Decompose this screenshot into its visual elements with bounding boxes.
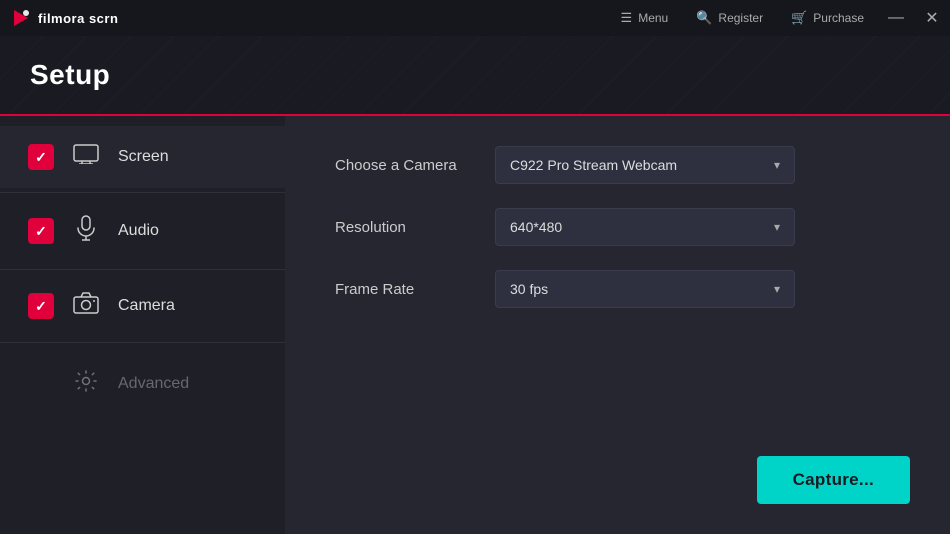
register-label: Register bbox=[718, 11, 763, 25]
camera-label: Camera bbox=[118, 297, 175, 315]
framerate-select[interactable]: 30 fps ▾ bbox=[495, 270, 795, 308]
titlebar-right: ☰ Menu 🔍 Register 🛒 Purchase — ✕ bbox=[607, 0, 950, 36]
framerate-field-label: Frame Rate bbox=[335, 281, 475, 298]
minimize-icon: — bbox=[888, 9, 904, 27]
purchase-button[interactable]: 🛒 Purchase bbox=[777, 0, 878, 36]
capture-button[interactable]: Capture... bbox=[757, 456, 910, 504]
titlebar: filmora scrn ☰ Menu 🔍 Register 🛒 Purchas… bbox=[0, 0, 950, 36]
settings-icon bbox=[72, 369, 100, 399]
audio-checkbox[interactable]: ✓ bbox=[28, 218, 54, 244]
menu-button[interactable]: ☰ Menu bbox=[607, 0, 683, 36]
close-button[interactable]: ✕ bbox=[914, 0, 950, 36]
sidebar: ✓ Screen ✓ bbox=[0, 116, 285, 534]
resolution-select-value: 640*480 bbox=[510, 219, 562, 235]
divider-2 bbox=[0, 269, 285, 270]
resolution-select[interactable]: 640*480 ▾ bbox=[495, 208, 795, 246]
register-button[interactable]: 🔍 Register bbox=[682, 0, 777, 36]
divider-1 bbox=[0, 192, 285, 193]
register-icon: 🔍 bbox=[696, 10, 712, 26]
page-header: Setup bbox=[0, 36, 950, 116]
audio-icon bbox=[72, 215, 100, 247]
sidebar-item-camera[interactable]: ✓ Camera bbox=[0, 274, 285, 338]
sidebar-item-screen[interactable]: ✓ Screen bbox=[0, 126, 285, 188]
camera-row: Choose a Camera C922 Pro Stream Webcam ▾ bbox=[335, 146, 900, 184]
content-area: Choose a Camera C922 Pro Stream Webcam ▾… bbox=[285, 116, 950, 534]
camera-select-value: C922 Pro Stream Webcam bbox=[510, 157, 677, 173]
check-icon-2: ✓ bbox=[35, 223, 47, 240]
camera-field-label: Choose a Camera bbox=[335, 157, 475, 174]
resolution-field-label: Resolution bbox=[335, 219, 475, 236]
logo-text: filmora scrn bbox=[38, 11, 118, 26]
sidebar-item-advanced[interactable]: Advanced bbox=[0, 351, 285, 417]
page-title: Setup bbox=[30, 59, 110, 91]
logo-area: filmora scrn bbox=[10, 7, 118, 29]
menu-label: Menu bbox=[638, 11, 668, 25]
advanced-label: Advanced bbox=[118, 375, 189, 393]
camera-icon bbox=[72, 292, 100, 320]
resolution-dropdown-arrow: ▾ bbox=[774, 220, 780, 234]
framerate-dropdown-arrow: ▾ bbox=[774, 282, 780, 296]
sidebar-item-audio[interactable]: ✓ Audio bbox=[0, 197, 285, 265]
logo-icon bbox=[10, 7, 32, 29]
screen-label: Screen bbox=[118, 148, 169, 166]
framerate-select-value: 30 fps bbox=[510, 281, 548, 297]
audio-label: Audio bbox=[118, 222, 159, 240]
menu-icon: ☰ bbox=[621, 10, 633, 26]
main-layout: ✓ Screen ✓ bbox=[0, 116, 950, 534]
camera-checkbox[interactable]: ✓ bbox=[28, 293, 54, 319]
camera-dropdown-arrow: ▾ bbox=[774, 158, 780, 172]
framerate-row: Frame Rate 30 fps ▾ bbox=[335, 270, 900, 308]
close-icon: ✕ bbox=[925, 8, 938, 28]
minimize-button[interactable]: — bbox=[878, 0, 914, 36]
cart-icon: 🛒 bbox=[791, 10, 807, 26]
purchase-label: Purchase bbox=[813, 11, 864, 25]
check-icon: ✓ bbox=[35, 149, 47, 166]
resolution-row: Resolution 640*480 ▾ bbox=[335, 208, 900, 246]
camera-select[interactable]: C922 Pro Stream Webcam ▾ bbox=[495, 146, 795, 184]
divider-3 bbox=[0, 342, 285, 343]
check-icon-3: ✓ bbox=[35, 298, 47, 315]
screen-icon bbox=[72, 144, 100, 170]
screen-checkbox[interactable]: ✓ bbox=[28, 144, 54, 170]
